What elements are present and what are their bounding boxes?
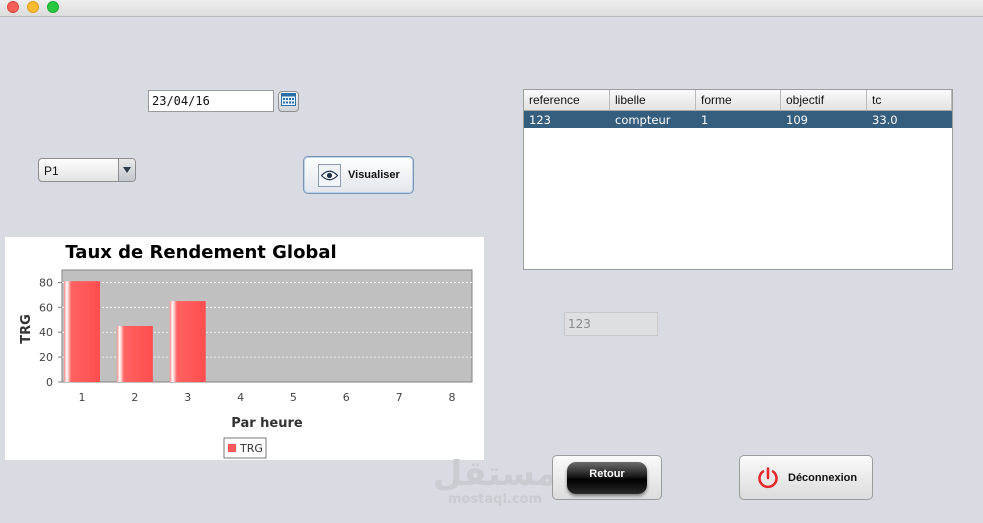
column-header-libelle[interactable]: libelle (610, 90, 696, 111)
zoom-window-button[interactable] (47, 1, 59, 13)
table-cell-objectif: 109 (786, 113, 808, 127)
y-tick-label: 60 (39, 301, 53, 314)
bar-1 (64, 281, 100, 382)
poste-select-value: P1 (44, 164, 59, 178)
y-tick-label: 80 (39, 276, 53, 289)
column-header-forme[interactable]: forme (696, 90, 781, 111)
trg-chart: Taux de Rendement Global 0 20 40 60 80 1 2 3 4 5 6… (5, 237, 484, 460)
watermark-arabic: مستقل (432, 454, 558, 494)
x-tick-label: 5 (290, 391, 297, 404)
deconnexion-button-label: Déconnexion (788, 471, 858, 484)
window-titlebar (0, 0, 983, 17)
products-table[interactable]: reference libelle forme objectif tc 123 compt… (523, 89, 953, 270)
trg-chart-svg: Taux de Rendement Global 0 20 40 60 80 1 2 3 4 5 6… (19, 242, 473, 459)
x-tick-label: 7 (396, 391, 403, 404)
x-tick-label: 4 (237, 391, 244, 404)
table-cell-tc: 33.0 (872, 113, 898, 127)
watermark-latin: mostaql.com (447, 492, 543, 507)
eye-icon (318, 163, 341, 187)
x-tick-label: 3 (184, 391, 191, 404)
column-header-objectif[interactable]: objectif (781, 90, 867, 111)
deconnexion-button[interactable]: Déconnexion (739, 455, 873, 500)
visualiser-button[interactable]: Visualiser (303, 156, 414, 194)
bar-2 (116, 326, 153, 382)
legend-label: TRG (239, 442, 263, 455)
table-cell-libelle: compteur (615, 113, 671, 127)
x-axis-label: Par heure (231, 416, 303, 431)
x-tick-label: 6 (343, 391, 350, 404)
power-icon (756, 466, 780, 490)
legend-swatch (228, 444, 236, 452)
x-tick-label: 2 (131, 391, 138, 404)
chart-title: Taux de Rendement Global (65, 242, 336, 263)
column-header-reference[interactable]: reference (524, 90, 610, 111)
y-tick-label: 20 (39, 351, 53, 364)
minimize-window-button[interactable] (27, 1, 39, 13)
retour-button[interactable]: Retour (552, 455, 662, 500)
calendar-icon (281, 92, 296, 111)
visualiser-button-label: Visualiser (348, 169, 400, 181)
y-axis-label: TRG (19, 314, 34, 344)
y-tick-label: 0 (46, 376, 53, 389)
y-tick-label: 40 (39, 326, 53, 339)
watermark-logo: مستقل mostaql.com (430, 455, 560, 513)
table-cell-reference: 123 (529, 113, 551, 127)
poste-select[interactable]: P1 (38, 158, 136, 182)
table-row[interactable]: 123 compteur 1 109 33.0 (524, 111, 952, 128)
chart-legend: TRG (223, 437, 267, 459)
chevron-down-icon[interactable] (118, 159, 135, 181)
retour-button-label: Retour (567, 461, 647, 494)
close-window-button[interactable] (7, 1, 19, 13)
calendar-button[interactable] (278, 91, 299, 112)
bar-3 (169, 301, 206, 382)
x-tick-label: 8 (449, 391, 456, 404)
table-cell-forme: 1 (701, 113, 709, 127)
reference-readonly-field: 123 (564, 312, 658, 336)
date-input[interactable]: 23/04/16 (148, 90, 274, 112)
table-header: reference libelle forme objectif tc (524, 90, 952, 111)
column-header-tc[interactable]: tc (867, 90, 952, 111)
x-tick-label: 1 (79, 391, 86, 404)
